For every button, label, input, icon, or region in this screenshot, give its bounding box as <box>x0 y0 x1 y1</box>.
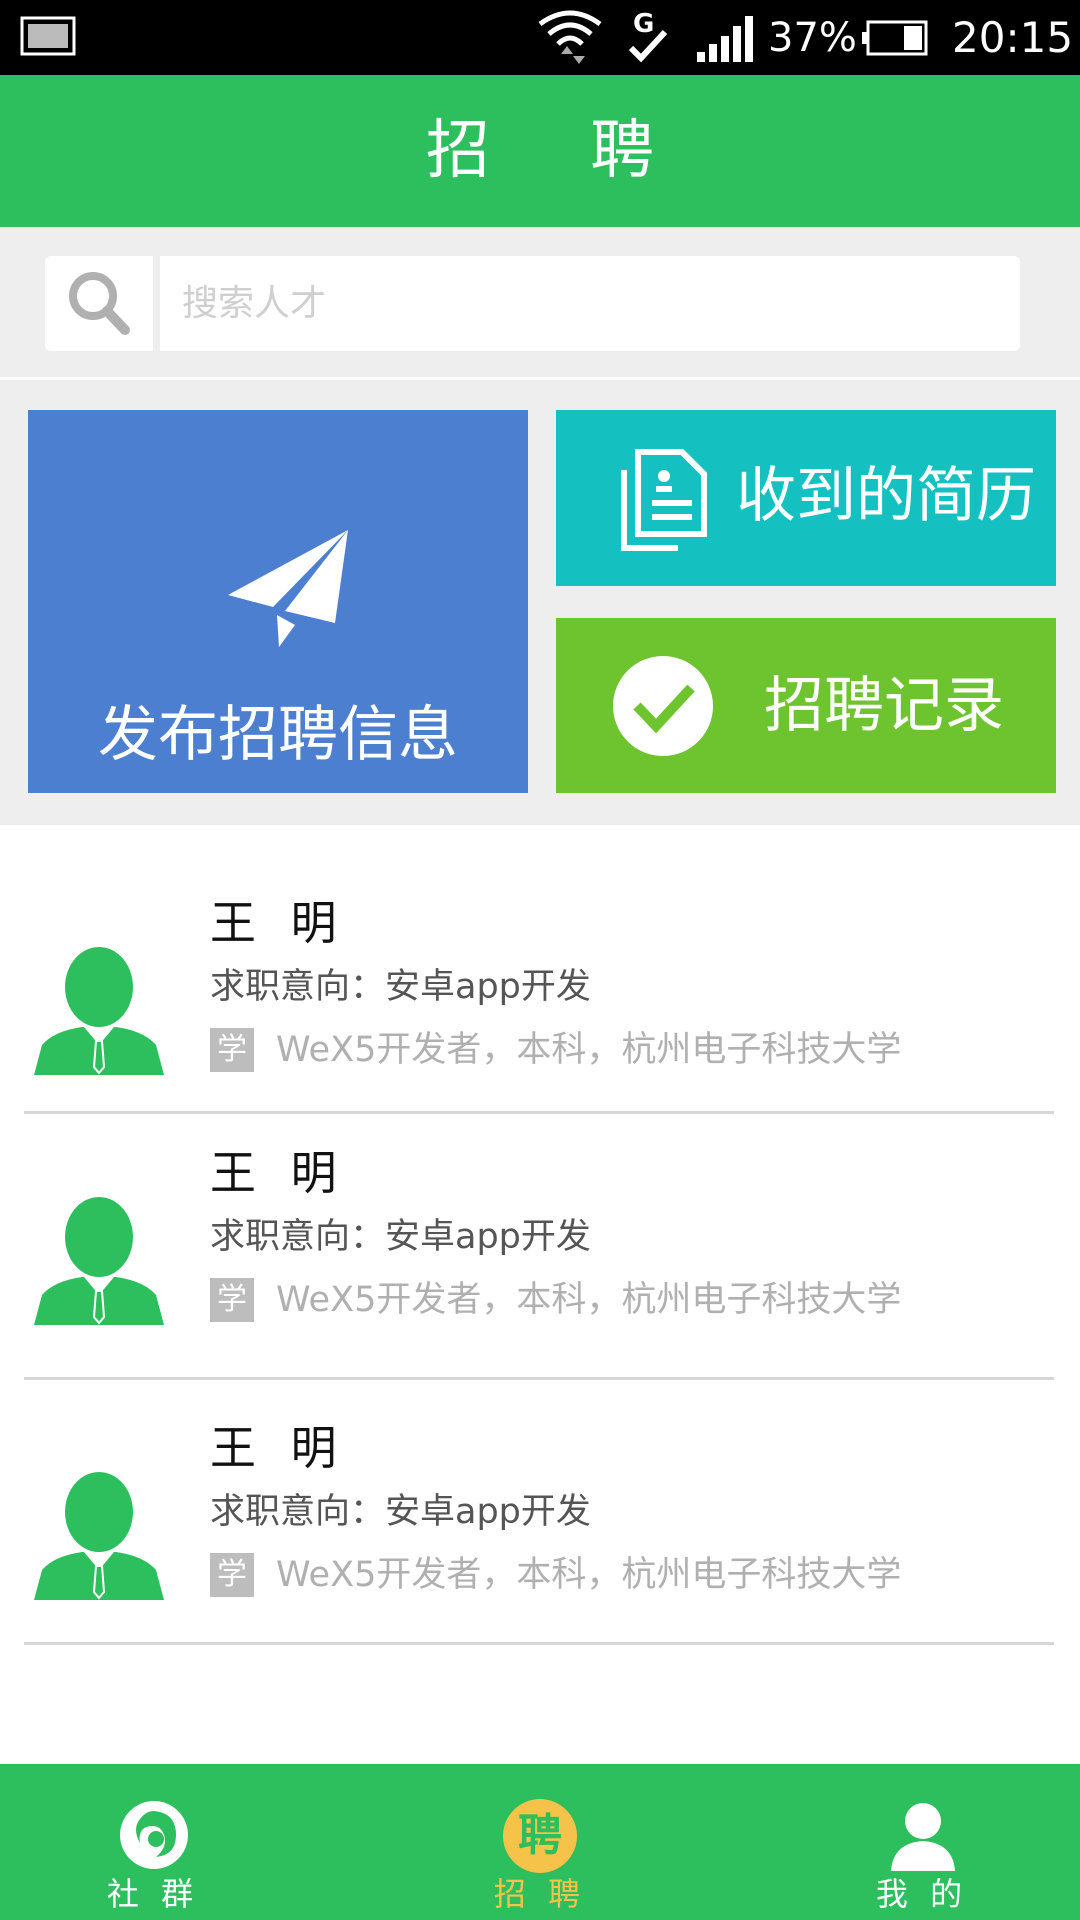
search-button[interactable] <box>45 256 153 351</box>
status-bar: G 37% 20:15 <box>0 0 1080 75</box>
wifi-icon <box>538 10 602 64</box>
row-divider <box>24 1111 1054 1114</box>
nav-recruit-label: 招 聘 <box>493 1875 587 1913</box>
app-header: 招 聘 <box>0 75 1080 227</box>
document-icon <box>621 449 707 551</box>
candidate-row[interactable]: 王 明 求职意向：安卓app开发 学 WeX5开发者，本科，杭州电子科技大学 <box>0 865 1080 1115</box>
nav-mine[interactable]: 我 的 <box>822 1764 1022 1920</box>
search-icon <box>69 272 130 335</box>
candidate-intent: 求职意向：安卓app开发 <box>210 1492 591 1532</box>
search-bar <box>0 227 1080 380</box>
candidate-intent: 求职意向：安卓app开发 <box>210 1217 591 1257</box>
battery-icon <box>862 20 928 56</box>
candidate-row[interactable]: 王 明 求职意向：安卓app开发 学 WeX5开发者，本科，杭州电子科技大学 <box>0 1115 1080 1380</box>
paper-plane-icon <box>228 530 348 647</box>
nav-community-label: 社 群 <box>106 1875 200 1913</box>
candidate-education: WeX5开发者，本科，杭州电子科技大学 <box>276 1280 902 1320</box>
candidate-education: WeX5开发者，本科，杭州电子科技大学 <box>276 1555 902 1595</box>
nav-community[interactable]: 社 群 <box>53 1764 253 1920</box>
education-badge: 学 <box>210 1278 254 1322</box>
svg-text:G: G <box>633 9 654 39</box>
search-input[interactable] <box>160 256 1020 351</box>
profile-icon <box>891 1803 955 1871</box>
row-divider <box>24 1377 1054 1380</box>
candidate-name: 王 明 <box>210 1146 347 1200</box>
avatar-icon <box>34 1472 164 1600</box>
education-badge: 学 <box>210 1028 254 1072</box>
publish-job-button[interactable]: 发布招聘信息 <box>28 410 528 793</box>
nav-recruit[interactable]: 聘 招 聘 <box>440 1764 640 1920</box>
network-g-icon: G <box>628 9 668 63</box>
avatar-icon <box>34 1197 164 1325</box>
publish-job-label: 发布招聘信息 <box>98 700 458 770</box>
battery-percent: 37% <box>768 15 857 61</box>
avatar-icon <box>34 947 164 1075</box>
received-resumes-label: 收到的简历 <box>736 461 1036 531</box>
signal-icon <box>697 16 753 62</box>
candidate-intent: 求职意向：安卓app开发 <box>210 967 591 1007</box>
action-tiles: 发布招聘信息 收到的简历 招聘记录 <box>0 380 1080 825</box>
education-badge: 学 <box>210 1553 254 1597</box>
row-divider <box>24 1642 1054 1645</box>
received-resumes-button[interactable]: 收到的简历 <box>556 410 1056 586</box>
recruit-records-label: 招聘记录 <box>764 671 1004 741</box>
page-title: 招 聘 <box>425 114 695 188</box>
candidate-education: WeX5开发者，本科，杭州电子科技大学 <box>276 1030 902 1070</box>
candidate-row[interactable]: 王 明 求职意向：安卓app开发 学 WeX5开发者，本科，杭州电子科技大学 <box>0 1390 1080 1645</box>
recruit-icon: 聘 <box>503 1799 577 1873</box>
nav-mine-label: 我 的 <box>875 1875 969 1913</box>
screenshot-icon <box>20 16 76 56</box>
candidate-name: 王 明 <box>210 1421 347 1475</box>
recruit-records-button[interactable]: 招聘记录 <box>556 618 1056 793</box>
candidate-name: 王 明 <box>210 896 347 950</box>
bottom-nav: 社 群 聘 招 聘 我 的 <box>0 1764 1080 1920</box>
clock: 20:15 <box>952 13 1074 62</box>
community-icon <box>120 1801 188 1869</box>
check-circle-icon <box>613 656 713 756</box>
